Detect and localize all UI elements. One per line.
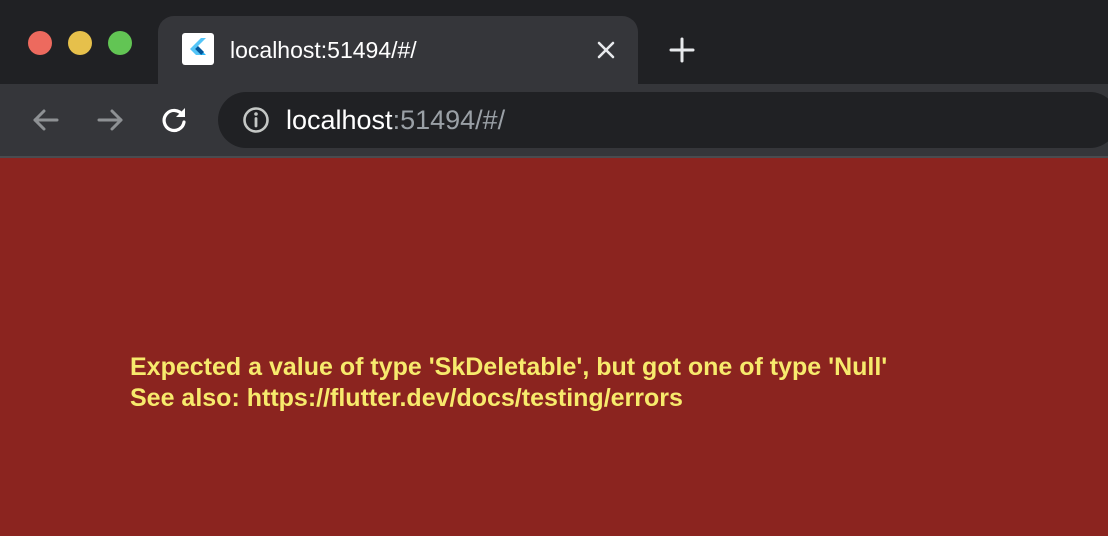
new-tab-button[interactable] — [666, 34, 698, 66]
arrow-right-icon — [97, 109, 123, 131]
window-minimize-button[interactable] — [68, 31, 92, 55]
plus-icon — [669, 37, 695, 63]
reload-icon — [162, 108, 186, 133]
flutter-logo-icon — [182, 33, 214, 65]
window-maximize-button[interactable] — [108, 31, 132, 55]
error-line-type: Expected a value of type 'SkDeletable', … — [130, 353, 888, 381]
close-icon[interactable] — [592, 36, 620, 64]
forward-button[interactable] — [94, 104, 126, 136]
error-message: Expected a value of type 'SkDeletable', … — [130, 352, 887, 414]
url-host: localhost — [286, 105, 393, 135]
browser-toolbar: localhost:51494/#/ — [0, 84, 1108, 156]
arrow-left-icon — [33, 109, 59, 131]
info-icon[interactable] — [240, 104, 272, 136]
error-line-see-also: See also: https://flutter.dev/docs/testi… — [130, 384, 683, 412]
reload-button[interactable] — [158, 104, 190, 136]
page-content: Expected a value of type 'SkDeletable', … — [0, 158, 1108, 536]
browser-tab[interactable]: localhost:51494/#/ — [158, 16, 638, 84]
browser-titlebar: localhost:51494/#/ — [0, 0, 1108, 84]
tab-title: localhost:51494/#/ — [230, 37, 417, 63]
address-bar[interactable]: localhost:51494/#/ — [218, 92, 1108, 148]
back-button[interactable] — [30, 104, 62, 136]
url-path: :51494/#/ — [392, 105, 506, 135]
window-close-button[interactable] — [28, 31, 52, 55]
address-url[interactable]: localhost:51494/#/ — [286, 103, 505, 137]
